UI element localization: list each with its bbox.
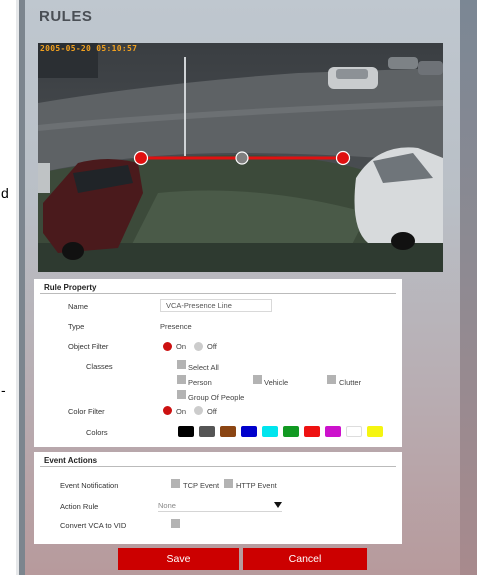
chevron-down-icon[interactable] [274,502,282,508]
vehicle-checkbox[interactable] [253,375,262,384]
clutter-checkbox[interactable] [327,375,336,384]
camera-view[interactable]: 2005-05-20 05:10:57 [38,43,443,272]
color-filter-label: Color Filter [68,407,105,416]
convert-vca-label: Convert VCA to VID [60,521,127,530]
save-button[interactable]: Save [118,548,239,570]
http-event-label: HTTP Event [236,481,277,490]
color-swatch[interactable] [346,426,362,437]
color-swatch[interactable] [367,426,383,437]
select-all-label: Select All [188,363,219,372]
tcp-event-label: TCP Event [183,481,220,490]
line-endpoint-right-handle[interactable] [335,150,351,166]
tcp-event-checkbox[interactable] [171,479,180,488]
http-event-checkbox[interactable] [224,479,233,488]
object-filter-on-radio[interactable] [163,342,172,351]
vehicle-label: Vehicle [264,378,289,387]
color-swatch[interactable] [262,426,278,437]
color-swatch[interactable] [199,426,215,437]
color-swatch[interactable] [283,426,299,437]
event-notification-label: Event Notification [60,481,119,490]
rule-line-overlay[interactable] [38,43,443,272]
action-rule-label: Action Rule [60,502,99,511]
cancel-button[interactable]: Cancel [243,548,367,570]
type-value: Presence [160,322,192,331]
group-of-people-checkbox[interactable] [177,390,186,399]
object-filter-label: Object Filter [68,342,109,351]
color-swatch[interactable] [178,426,194,437]
person-checkbox[interactable] [177,375,186,384]
color-filter-off-label: Off [207,407,217,416]
convert-vca-checkbox[interactable] [171,519,180,528]
rule-property-card: Rule Property Name Type Presence Object … [34,279,402,447]
rule-property-title: Rule Property [44,283,97,292]
color-swatch[interactable] [325,426,341,437]
person-label: Person [188,378,212,387]
group-of-people-label: Group Of People [188,393,245,402]
name-input[interactable] [160,299,272,312]
event-actions-title: Event Actions [44,456,98,465]
color-filter-on-label: On [176,407,187,416]
color-swatch[interactable] [220,426,236,437]
name-label: Name [68,302,89,311]
object-filter-on-label: On [176,342,187,351]
select-all-checkbox[interactable] [177,360,186,369]
right-rail [460,0,477,575]
type-label: Type [68,322,85,331]
color-swatch[interactable] [241,426,257,437]
section-divider [40,293,396,294]
clutter-label: Clutter [339,378,362,387]
object-filter-off-radio[interactable] [194,342,203,351]
line-endpoint-left-handle[interactable] [133,150,149,166]
colors-label: Colors [86,428,108,437]
object-filter-off-label: Off [207,342,217,351]
edge-glyph-lower: - [1,382,6,398]
left-rail-highlight [16,0,19,575]
color-swatch[interactable] [304,426,320,437]
section-divider [40,466,396,467]
line-midpoint-handle[interactable] [235,151,249,165]
color-filter-on-radio[interactable] [163,406,172,415]
action-rule-value: None [158,501,176,510]
color-filter-off-radio[interactable] [194,406,203,415]
event-actions-card: Event Actions Event Notification TCP Eve… [34,452,402,544]
page-title: RULES [39,8,93,25]
action-rule-select[interactable]: None [158,500,282,512]
classes-label: Classes [86,362,113,371]
edge-glyph-upper: d [1,185,9,201]
